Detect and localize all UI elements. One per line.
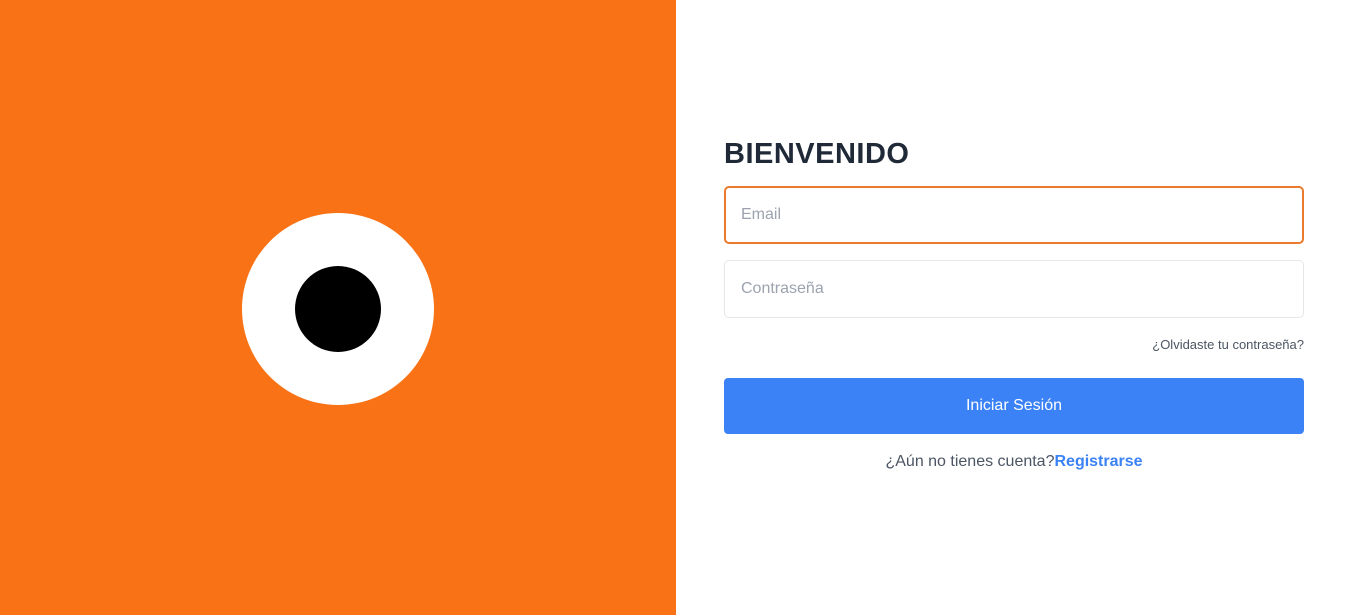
login-button[interactable]: Iniciar Sesión bbox=[724, 378, 1304, 434]
email-field[interactable] bbox=[724, 186, 1304, 244]
logo-pupil bbox=[295, 266, 381, 352]
signup-prompt: ¿Aún no tienes cuenta? bbox=[885, 453, 1055, 470]
login-page: BIENVENIDO ¿Olvidaste tu contraseña? Ini… bbox=[0, 0, 1351, 615]
signup-row: ¿Aún no tienes cuenta?Registrarse bbox=[724, 453, 1304, 471]
form-panel: BIENVENIDO ¿Olvidaste tu contraseña? Ini… bbox=[676, 0, 1351, 615]
login-form: BIENVENIDO ¿Olvidaste tu contraseña? Ini… bbox=[724, 136, 1304, 471]
signup-link[interactable]: Registrarse bbox=[1054, 453, 1142, 470]
page-title: BIENVENIDO bbox=[724, 138, 910, 170]
brand-panel bbox=[0, 0, 676, 615]
forgot-password-link[interactable]: ¿Olvidaste tu contraseña? bbox=[1152, 337, 1304, 352]
forgot-password-row: ¿Olvidaste tu contraseña? bbox=[724, 336, 1304, 354]
password-field[interactable] bbox=[724, 260, 1304, 318]
logo-icon bbox=[242, 213, 434, 405]
